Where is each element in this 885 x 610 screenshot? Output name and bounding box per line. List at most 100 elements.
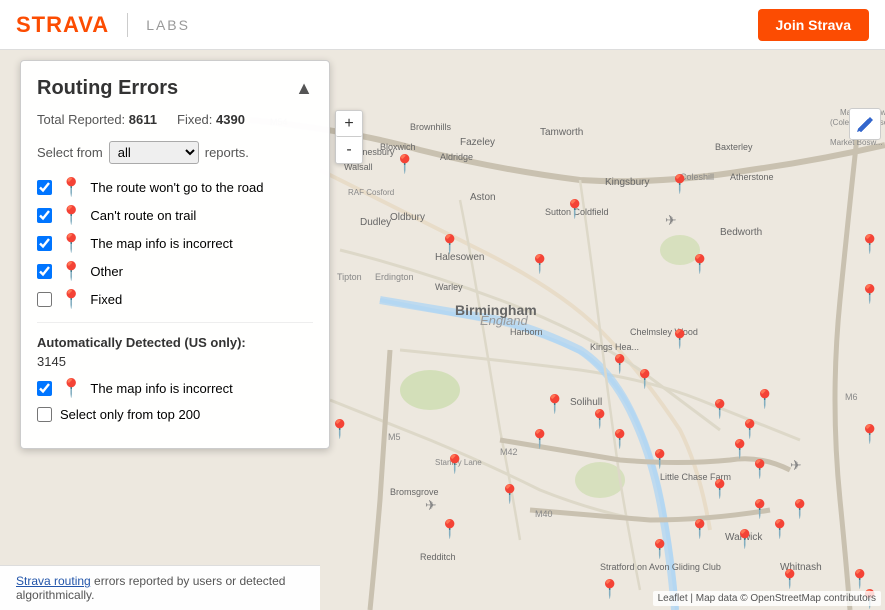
map-pin-17[interactable]: 📍: [739, 419, 761, 440]
svg-text:Aldridge: Aldridge: [440, 152, 473, 162]
filter-item-2: 📍The map info is incorrect: [37, 234, 313, 252]
select-suffix: reports.: [205, 145, 249, 160]
svg-text:Solihull: Solihull: [570, 397, 602, 408]
map-attribution: Leaflet | Map data © OpenStreetMap contr…: [653, 591, 881, 606]
map-pin-23[interactable]: 📍: [769, 519, 791, 540]
map-pin-1[interactable]: 📍: [564, 199, 586, 220]
map-pin-3[interactable]: 📍: [529, 254, 551, 275]
map-pin-0[interactable]: 📍: [394, 154, 416, 175]
filter-checkbox-f2[interactable]: [37, 208, 52, 223]
map-pin-7[interactable]: 📍: [444, 454, 466, 475]
top200-label: Select only from top 200: [60, 407, 200, 422]
zoom-in-button[interactable]: +: [336, 111, 362, 137]
filter-label-f2: Can't route on trail: [90, 208, 196, 223]
filter-pin-indigo: 📍: [60, 379, 82, 397]
filter-item-0: 📍 The map info is incorrect: [37, 379, 313, 397]
filter-pin-green: 📍: [60, 290, 82, 308]
filter-label-f4: Other: [90, 264, 123, 279]
filter-pin-cyan: 📍: [60, 262, 82, 280]
total-value: 8611: [129, 112, 157, 127]
map-pin-11[interactable]: 📍: [609, 429, 631, 450]
map-pin-14[interactable]: 📍: [529, 429, 551, 450]
map-pin-21[interactable]: 📍: [709, 479, 731, 500]
auto-filters-container: 📍 The map info is incorrect: [37, 379, 313, 397]
map-pin-15[interactable]: 📍: [634, 369, 656, 390]
map-pin-10[interactable]: 📍: [589, 409, 611, 430]
map-pin-40[interactable]: 📍: [609, 354, 631, 375]
map-pin-29[interactable]: 📍: [599, 579, 621, 600]
filter-checkbox-a1[interactable]: [37, 381, 52, 396]
map-pin-13[interactable]: 📍: [544, 394, 566, 415]
filter-checkbox-f4[interactable]: [37, 264, 52, 279]
logo: STRAVA LABS: [16, 12, 190, 38]
svg-text:Aston: Aston: [470, 192, 496, 203]
svg-text:Harborn: Harborn: [510, 327, 543, 337]
strava-brand: STRAVA: [16, 12, 109, 38]
sidebar-panel: Routing Errors ▲ Total Reported: 8611 Fi…: [20, 60, 330, 449]
filter-item-0: 📍The route won't go to the road: [37, 178, 313, 196]
panel-title: Routing Errors: [37, 77, 178, 100]
auto-section: Automatically Detected (US only): 3145 📍…: [37, 322, 313, 422]
filter-checkbox-f1[interactable]: [37, 180, 52, 195]
map-pin-19[interactable]: 📍: [729, 439, 751, 460]
svg-text:✈: ✈: [790, 457, 802, 473]
filter-checkbox-f5[interactable]: [37, 292, 52, 307]
strava-routing-link[interactable]: Strava routing: [16, 574, 91, 588]
map-pin-9[interactable]: 📍: [499, 484, 521, 505]
header-divider: [127, 13, 128, 37]
map-pin-34[interactable]: 📍: [859, 284, 881, 305]
fixed-label: Fixed:: [177, 112, 212, 127]
header: STRAVA LABS Join Strava: [0, 0, 885, 50]
map-pin-18[interactable]: 📍: [754, 389, 776, 410]
map-pin-20[interactable]: 📍: [749, 459, 771, 480]
stats-row: Total Reported: 8611 Fixed: 4390: [37, 112, 313, 127]
svg-text:Atherstone: Atherstone: [730, 172, 774, 182]
map-pin-16[interactable]: 📍: [709, 399, 731, 420]
filter-checkbox-f3[interactable]: [37, 236, 52, 251]
map-pin-12[interactable]: 📍: [649, 449, 671, 470]
svg-text:Stratford on Avon Gliding Club: Stratford on Avon Gliding Club: [600, 562, 721, 572]
map-pin-24[interactable]: 📍: [789, 499, 811, 520]
map-pin-5[interactable]: 📍: [689, 254, 711, 275]
map-pin-25[interactable]: 📍: [859, 424, 881, 445]
top200-filter-item: Select only from top 200: [37, 407, 313, 422]
total-reported: Total Reported: 8611: [37, 112, 157, 127]
map-pin-39[interactable]: 📍: [669, 329, 691, 350]
map-pin-33[interactable]: 📍: [779, 569, 801, 590]
footer-note: Strava routing errors reported by users …: [0, 565, 320, 610]
svg-text:Oldbury: Oldbury: [390, 212, 425, 223]
svg-text:Dudley: Dudley: [360, 217, 391, 228]
map-pin-28[interactable]: 📍: [649, 539, 671, 560]
svg-text:Fazeley: Fazeley: [460, 137, 495, 148]
svg-text:Bromsgrove: Bromsgrove: [390, 487, 439, 497]
zoom-out-button[interactable]: -: [336, 137, 362, 163]
svg-text:Erdington: Erdington: [375, 272, 414, 282]
map-pin-37[interactable]: 📍: [689, 519, 711, 540]
filter-pin-orange: 📍: [60, 178, 82, 196]
edit-icon[interactable]: [849, 108, 881, 140]
map-pin-35[interactable]: 📍: [859, 234, 881, 255]
map-pin-22[interactable]: 📍: [749, 499, 771, 520]
svg-text:M42: M42: [500, 447, 518, 457]
filter-item-4: 📍Fixed: [37, 290, 313, 308]
pencil-icon: [856, 115, 874, 133]
join-strava-button[interactable]: Join Strava: [758, 9, 869, 41]
svg-text:Birmingham: Birmingham: [455, 302, 537, 318]
filters-container: 📍The route won't go to the road📍Can't ro…: [37, 178, 313, 308]
svg-text:Kings Hea...: Kings Hea...: [590, 342, 639, 352]
panel-header: Routing Errors ▲: [37, 77, 313, 100]
map-pin-6[interactable]: 📍: [329, 419, 351, 440]
svg-text:M5: M5: [388, 432, 401, 442]
map-pin-4[interactable]: 📍: [669, 174, 691, 195]
map-pin-2[interactable]: 📍: [439, 234, 461, 255]
map-pin-36[interactable]: 📍: [734, 529, 756, 550]
collapse-button[interactable]: ▲: [295, 78, 313, 99]
top200-checkbox[interactable]: [37, 407, 52, 422]
filter-label-a1: The map info is incorrect: [90, 381, 232, 396]
map-pin-8[interactable]: 📍: [439, 519, 461, 540]
map-pin-26[interactable]: 📍: [849, 569, 871, 590]
reports-filter-select[interactable]: all last week last month: [109, 141, 199, 164]
svg-text:Baxterley: Baxterley: [715, 142, 753, 152]
svg-text:Tamworth: Tamworth: [540, 127, 583, 138]
svg-text:RAF Cosford: RAF Cosford: [348, 188, 394, 197]
